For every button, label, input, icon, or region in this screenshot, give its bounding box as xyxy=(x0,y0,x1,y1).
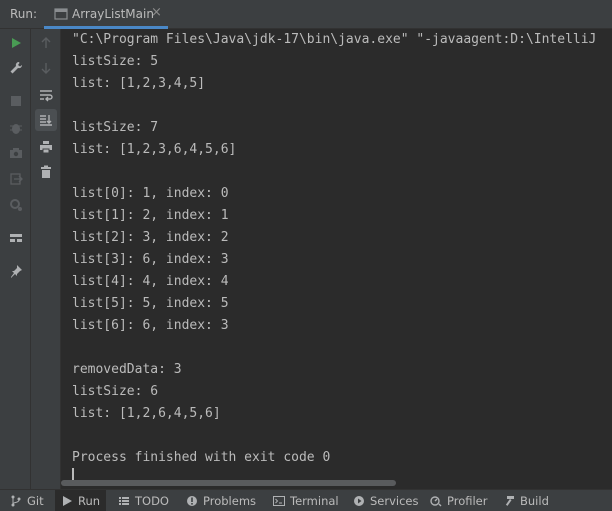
trash-icon xyxy=(41,165,51,178)
profiler-tool-button[interactable]: Profiler xyxy=(424,490,494,511)
soft-wrap-icon xyxy=(40,90,53,102)
console-line: listSize: 5 xyxy=(72,54,159,69)
build-tool-button[interactable]: Build xyxy=(497,490,555,511)
run-label: Run xyxy=(78,493,101,508)
console-line: list[0]: 1, index: 0 xyxy=(72,186,229,201)
next-occurrence-button[interactable] xyxy=(35,57,57,79)
bug-icon xyxy=(10,124,22,134)
rerun-button[interactable] xyxy=(5,32,27,54)
services-tool-button[interactable]: Services xyxy=(347,490,425,511)
terminal-tool-button[interactable]: Terminal xyxy=(267,490,345,511)
wrench-icon xyxy=(10,61,23,74)
tab-arraylistmain[interactable]: ArrayListMain × xyxy=(44,0,168,29)
build-label: Build xyxy=(520,493,549,508)
play-icon xyxy=(12,38,21,48)
git-tool-button[interactable]: Git xyxy=(4,490,50,511)
settings-button[interactable] xyxy=(5,194,27,216)
console-output[interactable]: "C:\Program Files\Java\jdk-17\bin\java.e… xyxy=(61,29,612,489)
pin-tab-button[interactable] xyxy=(5,260,27,282)
list-icon xyxy=(119,496,129,505)
gear-icon xyxy=(10,199,22,211)
stop-button[interactable] xyxy=(5,90,27,112)
console-line: removedData: 3 xyxy=(72,362,182,377)
previous-occurrence-button[interactable] xyxy=(35,32,57,54)
layout-icon xyxy=(10,234,22,242)
soft-wrap-button[interactable] xyxy=(35,84,57,106)
git-branch-icon xyxy=(11,495,21,506)
todo-label: TODO xyxy=(135,493,169,508)
arrow-up-icon xyxy=(41,37,51,48)
console-line: list: [1,2,3,4,5] xyxy=(72,76,206,91)
run-actions-toolbar xyxy=(0,29,31,489)
close-icon[interactable]: × xyxy=(151,5,162,20)
console-line: list[1]: 2, index: 1 xyxy=(72,208,229,223)
console-line: list[5]: 5, index: 5 xyxy=(72,296,229,311)
services-icon xyxy=(354,495,364,506)
console-line: listSize: 6 xyxy=(72,384,159,399)
debug-button[interactable] xyxy=(5,117,27,139)
scroll-to-end-button[interactable] xyxy=(35,109,57,131)
todo-tool-button[interactable]: TODO xyxy=(112,490,175,511)
run-tool-button[interactable]: Run xyxy=(55,490,107,511)
services-label: Services xyxy=(370,493,419,508)
profiler-label: Profiler xyxy=(447,493,488,508)
console-line: list[3]: 6, index: 3 xyxy=(72,252,229,267)
console-line: list[4]: 4, index: 4 xyxy=(72,274,229,289)
console-line: list[6]: 6, index: 3 xyxy=(72,318,229,333)
run-tool-window-header: Run: ArrayListMain × xyxy=(0,0,612,29)
camera-icon xyxy=(10,148,22,158)
print-button[interactable] xyxy=(35,136,57,158)
console-line: list: [1,2,6,4,5,6] xyxy=(72,406,221,421)
profiler-icon xyxy=(430,495,442,506)
terminal-icon xyxy=(273,495,285,506)
pin-icon xyxy=(11,265,22,278)
problems-label: Problems xyxy=(203,493,257,508)
stop-icon xyxy=(11,96,21,106)
problems-tool-button[interactable]: Problems xyxy=(180,490,262,511)
exit-icon xyxy=(10,173,23,185)
dump-threads-button[interactable] xyxy=(5,142,27,164)
exit-button[interactable] xyxy=(5,168,27,190)
edit-configuration-button[interactable] xyxy=(5,57,27,79)
hammer-icon xyxy=(505,495,514,506)
console-line: listSize: 7 xyxy=(72,120,159,135)
terminal-label: Terminal xyxy=(290,493,339,508)
console-actions-toolbar xyxy=(31,29,61,489)
tab-title: ArrayListMain xyxy=(72,7,154,21)
console-line: list[2]: 3, index: 2 xyxy=(72,230,229,245)
console-line: list: [1,2,3,6,4,5,6] xyxy=(72,142,237,157)
run-label: Run: xyxy=(10,7,38,21)
problems-icon xyxy=(187,495,197,506)
console-line: "C:\Program Files\Java\jdk-17\bin\java.e… xyxy=(72,32,597,47)
git-label: Git xyxy=(27,493,44,508)
printer-icon xyxy=(40,141,52,154)
layout-button[interactable] xyxy=(5,227,27,249)
horizontal-scrollbar[interactable] xyxy=(61,480,396,486)
scroll-to-end-icon xyxy=(40,115,52,126)
console-line: Process finished with exit code 0 xyxy=(72,450,331,465)
run-config-icon xyxy=(54,8,68,20)
arrow-down-icon xyxy=(41,63,51,74)
tool-window-bar: Git Run TODO Problems Terminal Services … xyxy=(0,489,612,511)
play-icon xyxy=(63,495,72,506)
clear-all-button[interactable] xyxy=(35,161,57,183)
